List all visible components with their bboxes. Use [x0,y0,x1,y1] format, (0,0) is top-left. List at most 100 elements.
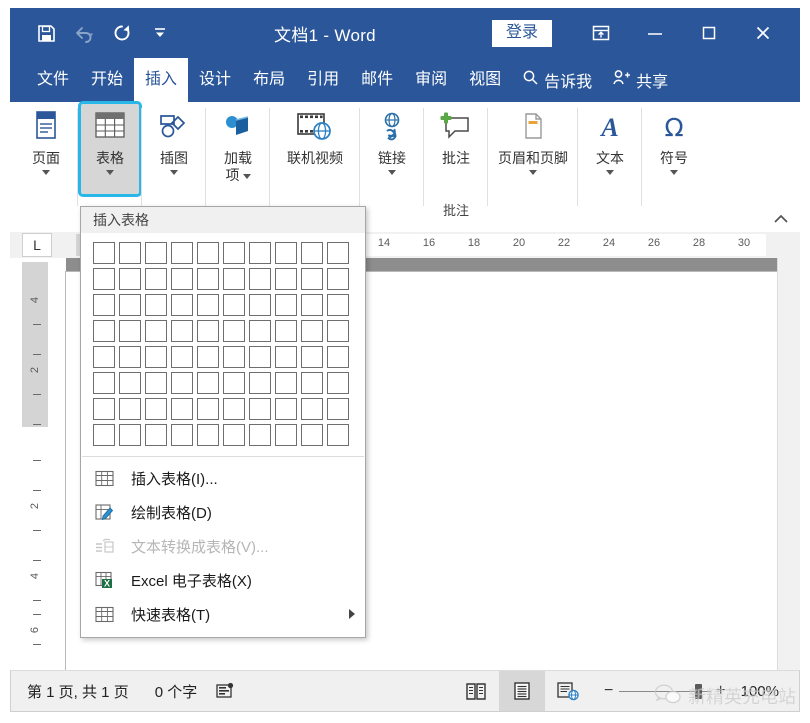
read-mode-button[interactable] [453,671,499,711]
table-size-cell[interactable] [299,344,325,370]
share-button[interactable]: 共享 [602,58,678,102]
table-size-cell[interactable] [247,266,273,292]
illustrations-button[interactable]: 插图 [143,102,205,196]
table-size-cell[interactable] [325,266,351,292]
table-size-cell[interactable] [91,292,117,318]
table-size-cell[interactable] [299,240,325,266]
tab-file[interactable]: 文件 [26,58,80,102]
table-size-cell[interactable] [169,240,195,266]
zoom-control[interactable]: − + 100% [591,682,799,700]
table-size-cell[interactable] [169,396,195,422]
table-size-cell[interactable] [91,396,117,422]
tab-view[interactable]: 视图 [458,58,512,102]
table-size-cell[interactable] [299,396,325,422]
maximize-icon[interactable] [682,15,736,51]
tab-mailings[interactable]: 邮件 [350,58,404,102]
tab-home[interactable]: 开始 [80,58,134,102]
table-size-cell[interactable] [117,396,143,422]
table-size-cell[interactable] [247,344,273,370]
table-size-cell[interactable] [117,292,143,318]
table-size-cell[interactable] [169,266,195,292]
table-size-cell[interactable] [247,422,273,448]
table-size-cell[interactable] [91,266,117,292]
table-size-cell[interactable] [221,266,247,292]
table-size-cell[interactable] [273,266,299,292]
table-size-cell[interactable] [221,396,247,422]
table-size-cell[interactable] [195,266,221,292]
table-size-cell[interactable] [195,240,221,266]
table-size-cell[interactable] [247,370,273,396]
table-size-cell[interactable] [273,422,299,448]
table-size-cell[interactable] [221,344,247,370]
zoom-slider-thumb[interactable] [695,684,702,699]
table-size-cell[interactable] [169,318,195,344]
table-size-cell[interactable] [91,318,117,344]
table-size-cell[interactable] [195,370,221,396]
table-size-cell[interactable] [325,240,351,266]
ribbon-display-options-icon[interactable] [574,15,628,51]
table-size-cell[interactable] [91,422,117,448]
table-size-cell[interactable] [221,292,247,318]
table-size-cell[interactable] [169,292,195,318]
table-size-cell[interactable] [325,370,351,396]
word-count[interactable]: 0 个字 [129,681,198,702]
tab-layout[interactable]: 布局 [242,58,296,102]
collapse-ribbon-icon[interactable] [772,212,790,228]
zoom-level-label[interactable]: 100% [731,683,791,700]
proofing-status-icon[interactable] [215,682,235,700]
table-size-cell[interactable] [273,240,299,266]
table-size-cell[interactable] [117,318,143,344]
table-size-cell[interactable] [273,370,299,396]
table-size-cell[interactable] [169,422,195,448]
tab-stop-selector[interactable]: L [22,233,52,257]
table-size-cell[interactable] [143,292,169,318]
vertical-scrollbar[interactable] [777,258,800,670]
table-size-cell[interactable] [299,370,325,396]
table-size-cell[interactable] [325,396,351,422]
table-size-cell[interactable] [325,422,351,448]
table-size-cell[interactable] [195,422,221,448]
table-size-cell[interactable] [143,396,169,422]
table-size-cell[interactable] [247,396,273,422]
links-button[interactable]: 链接 [361,102,423,196]
web-layout-button[interactable] [545,671,591,711]
menu-item-draw-table[interactable]: 绘制表格(D) [81,495,365,529]
table-size-cell[interactable] [169,344,195,370]
table-size-cell[interactable] [273,344,299,370]
tab-review[interactable]: 审阅 [404,58,458,102]
table-size-picker[interactable] [81,234,365,452]
zoom-out-button[interactable]: − [601,682,617,700]
table-size-cell[interactable] [117,344,143,370]
table-size-cell[interactable] [169,370,195,396]
menu-item-quick-tables[interactable]: 快速表格(T) [81,597,365,631]
table-size-cell[interactable] [299,266,325,292]
table-size-cell[interactable] [143,318,169,344]
vertical-ruler[interactable]: 4 2 2 4 6 [22,262,48,650]
table-size-cell[interactable] [117,240,143,266]
zoom-in-button[interactable]: + [713,682,729,700]
table-size-cell[interactable] [117,370,143,396]
chevron-down-icon[interactable] [388,170,396,175]
add-ins-button[interactable]: 加载项 [207,102,269,196]
table-size-cell[interactable] [195,344,221,370]
table-size-cell[interactable] [91,370,117,396]
chevron-down-icon[interactable] [243,174,251,179]
table-size-cell[interactable] [195,318,221,344]
table-button[interactable]: 表格 [79,102,141,196]
table-size-cell[interactable] [91,344,117,370]
table-size-cell[interactable] [221,318,247,344]
tell-me-box[interactable]: 告诉我 [512,58,602,102]
print-layout-button[interactable] [499,671,545,711]
redo-icon[interactable] [104,16,140,50]
table-size-cell[interactable] [299,292,325,318]
table-size-cell[interactable] [247,318,273,344]
chevron-down-icon[interactable] [529,170,537,175]
table-size-cell[interactable] [247,240,273,266]
table-size-cell[interactable] [299,422,325,448]
table-size-cell[interactable] [117,266,143,292]
close-icon[interactable] [736,15,790,51]
table-size-cell[interactable] [221,370,247,396]
table-size-cell[interactable] [247,292,273,318]
table-size-cell[interactable] [143,266,169,292]
table-size-cell[interactable] [273,396,299,422]
